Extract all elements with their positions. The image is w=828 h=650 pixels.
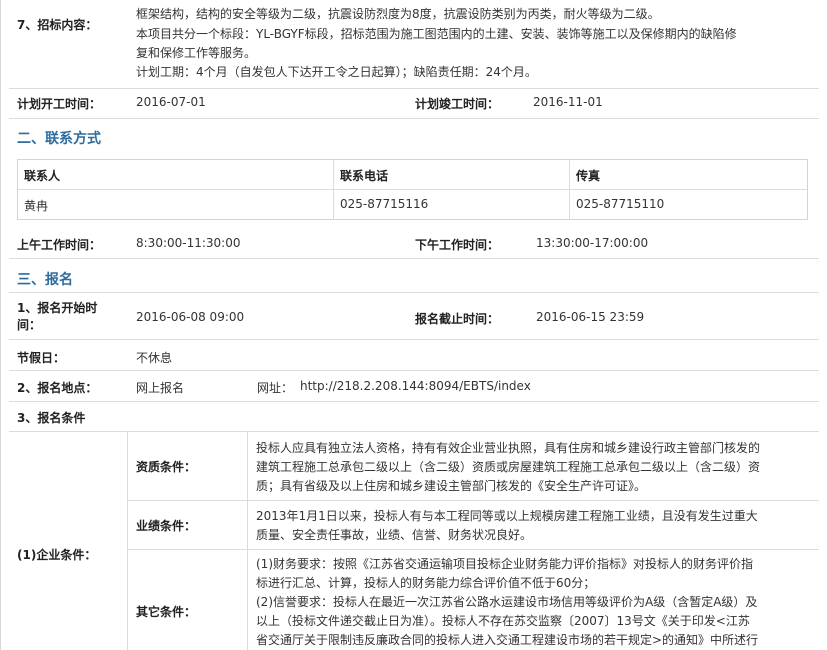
contact-phone: 025-87715116 <box>340 197 429 211</box>
register-url-link[interactable]: http://218.2.208.144:8094/EBTS/index <box>300 379 531 393</box>
register-place-label: 2、报名地点： <box>17 381 98 395</box>
am-hours-value: 8:30:00-11:30:00 <box>136 236 241 250</box>
pm-hours-label: 下午工作时间： <box>415 238 500 252</box>
other-line-2: 标进行汇总、计算，投标人的财务能力综合评价值不低于60分； <box>256 576 596 590</box>
performance-label: 业绩条件： <box>136 519 197 533</box>
qualification-line-1: 投标人应具有独立法人资格，持有有效企业营业执照，具有住房和城乡建设行政主管部门核… <box>256 441 761 455</box>
contact-header-fax: 传真 <box>576 169 601 183</box>
register-end-label: 报名截止时间： <box>415 312 500 326</box>
plan-start-value: 2016-07-01 <box>136 95 206 109</box>
qualification-line-2: 建筑工程施工总承包二级以上（含二级）资质或房屋建筑工程施工总承包二级以上（含二级… <box>256 460 761 474</box>
contact-name: 黄冉 <box>24 199 49 213</box>
plan-end-value: 2016-11-01 <box>533 95 603 109</box>
holiday-value: 不休息 <box>136 351 173 365</box>
item7-line-2: 本项目共分一个标段：YL-BGYF标段，招标范围为施工图范围内的土建、安装、装饰… <box>136 27 737 41</box>
register-url-label: 网址： <box>257 381 294 395</box>
register-start-label: 1、报名开始时间： <box>17 301 98 332</box>
holiday-label: 节假日： <box>17 351 66 365</box>
am-hours-label: 上午工作时间： <box>17 238 102 252</box>
plan-start-label: 计划开工时间： <box>17 97 102 111</box>
register-conditions-label: 3、报名条件 <box>17 411 86 425</box>
qualification-line-3: 质；具有省级及以上住房和城乡建设主管部门核发的《安全生产许可证》。 <box>256 479 647 493</box>
contact-header-phone: 联系电话 <box>340 169 389 183</box>
page-frame: ……………………………………………………………………………………………………… … <box>0 0 828 650</box>
performance-line-1: 2013年1月1日以来，投标人有与本工程同等或以上规模房建工程施工业绩，且没有发… <box>256 509 758 523</box>
item7-line-3: 复和保修工作等服务。 <box>136 46 257 60</box>
contact-table: 联系人 联系电话 传真 黄冉 025-87715116 025-87715110 <box>17 159 808 220</box>
register-end-value: 2016-06-15 23:59 <box>536 310 645 324</box>
item7-line-4: 计划工期：4个月（自发包人下达开工令之日起算）；缺陷责任期：24个月。 <box>136 65 537 79</box>
contact-fax: 025-87715110 <box>576 197 665 211</box>
other-line-5: 省交通厅关于限制违反廉政合同的投标人进入交通工程建设市场的若干规定>的通知》中所… <box>256 633 759 647</box>
enterprise-label: (1)企业条件： <box>17 548 97 562</box>
other-line-1: (1)财务要求：按照《江苏省交通运输项目投标企业财务能力评价指标》对投标人的财务… <box>256 557 754 571</box>
performance-line-2: 质量、安全责任事故，业绩、信誉、财务状况良好。 <box>256 528 533 542</box>
section-contact-title: 二、联系方式 <box>17 131 101 147</box>
pm-hours-value: 13:30:00-17:00:00 <box>536 236 649 250</box>
other-line-4: 以上（投标文件递交截止日为准）。投标人不存在苏交监察〔2007〕13号文《关于印… <box>256 614 750 628</box>
section-register-title: 三、报名 <box>17 272 73 288</box>
item7-label: 7、招标内容： <box>17 18 98 32</box>
register-start-value: 2016-06-08 09:00 <box>136 310 245 324</box>
plan-end-label: 计划竣工时间： <box>415 97 500 111</box>
other-conditions-label: 其它条件： <box>136 605 197 619</box>
item7-line-1: 框架结构，结构的安全等级为二级，抗震设防烈度为8度，抗震设防类别为丙类，耐火等级… <box>136 7 660 21</box>
qualification-label: 资质条件： <box>136 460 197 474</box>
register-place-value: 网上报名 <box>136 381 185 395</box>
other-line-3: (2)信誉要求：投标人在最近一次江苏省公路水运建设市场信用等级评价为A级（含暂定… <box>256 595 758 609</box>
contact-header-name: 联系人 <box>24 169 61 183</box>
